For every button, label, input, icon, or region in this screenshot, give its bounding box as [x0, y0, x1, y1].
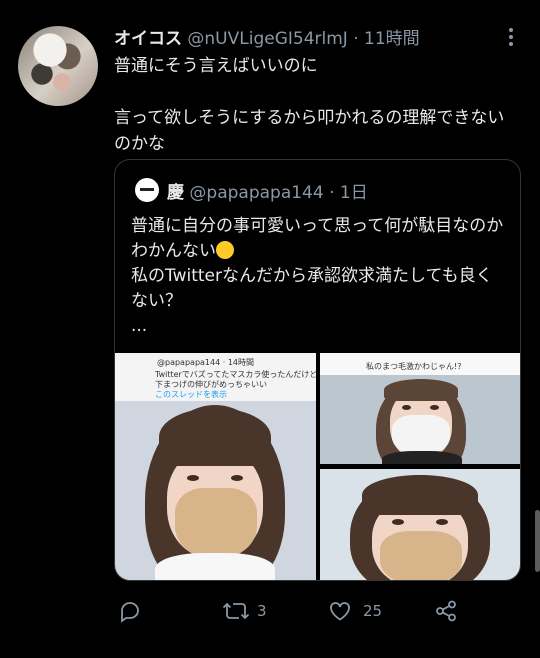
tweet-text: 普通にそう言えばいいのに 言って欲しそうにするから叩かれるの理解できないのかな	[114, 56, 505, 154]
author-handle[interactable]: @nUVLigeGI54rlmJ	[187, 29, 347, 49]
quoted-media-grid: @papapapa144 · 14時間 Twitterでバズってたマスカラ使った…	[115, 353, 520, 580]
more-options-icon[interactable]	[508, 28, 514, 46]
quoted-author-avatar[interactable]	[135, 178, 159, 202]
separator-dot: ·	[353, 29, 359, 49]
drooling-face-icon	[216, 241, 234, 259]
quoted-text-part1: 普通に自分の事可愛いって思って何が駄目なのかわかんない	[131, 216, 504, 261]
reply-icon	[121, 602, 139, 623]
tweet-header: オイコス @nUVLigeGI54rlmJ · 11時間	[114, 24, 520, 49]
quoted-author-handle[interactable]: @papapapa144	[189, 183, 323, 203]
quoted-text-part2: 私のTwitterなんだから承認欲求満たしても良くない？ ...	[131, 266, 493, 336]
mask	[175, 488, 257, 558]
like-count: 25	[363, 602, 383, 620]
media-caption-handle: @papapapa144 · 14時間	[157, 358, 254, 367]
author-name[interactable]: オイコス	[114, 29, 182, 49]
media-caption-link: このスレッドを表示	[155, 390, 227, 399]
media-caption-top-right: 私のまつ毛激かわじゃん!?	[366, 362, 462, 371]
media-photo-2[interactable]: 私のまつ毛激かわじゃん!?	[320, 353, 520, 464]
like-icon	[330, 602, 350, 621]
tweet-timestamp[interactable]: 11時間	[364, 29, 420, 49]
author-avatar[interactable]	[18, 26, 98, 106]
retweet-count: 3	[257, 602, 267, 620]
media-photo-3[interactable]	[320, 469, 520, 580]
quoted-tweet-timestamp[interactable]: 1日	[340, 183, 368, 203]
quoted-tweet-header: 慶 @papapapa144 · 1日	[167, 178, 368, 203]
quoted-author-name[interactable]: 慶	[167, 183, 184, 203]
quoted-tweet-text: 普通に自分の事可愛いって思って何が駄目なのかわかんない 私のTwitterなんだ…	[131, 214, 506, 339]
tweet-actions: 3 25	[114, 596, 514, 626]
quoted-tweet[interactable]: 慶 @papapapa144 · 1日 普通に自分の事可愛いって思って何が駄目な…	[114, 159, 521, 581]
share-icon	[436, 600, 456, 622]
separator-dot: ·	[329, 183, 335, 203]
retweet-icon	[222, 602, 250, 620]
media-photo-1[interactable]: @papapapa144 · 14時間 Twitterでバズってたマスカラ使った…	[115, 353, 316, 580]
scrollbar-thumb[interactable]	[535, 510, 540, 572]
